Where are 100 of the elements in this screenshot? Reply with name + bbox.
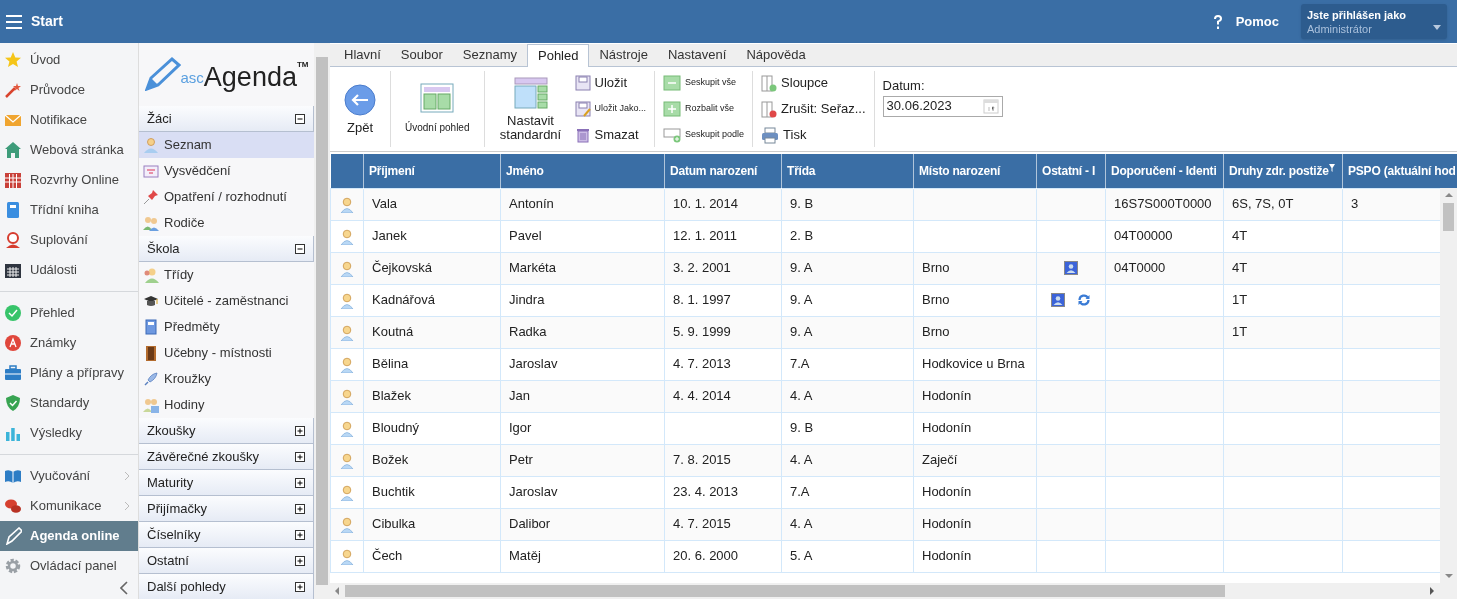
nav-item[interactable]: Vyučování <box>0 461 138 491</box>
table-cell: 1T <box>1223 284 1343 316</box>
nav-item[interactable]: Agenda online <box>0 521 138 551</box>
list-item[interactable]: Hodiny <box>139 392 314 418</box>
table-cell: 4. 7. 2013 <box>664 348 782 380</box>
list-item[interactable]: Učitelé - zaměstnanci <box>139 288 314 314</box>
tab[interactable]: Nastavení <box>657 44 737 66</box>
table-cell: 4T <box>1223 220 1343 252</box>
table-cell: 12. 1. 2011 <box>664 220 782 252</box>
house-icon <box>4 141 22 159</box>
tab[interactable]: Nástroje <box>589 44 658 66</box>
nav-item[interactable]: Rozvrhy Online <box>0 165 138 195</box>
scroll-thumb[interactable] <box>1443 203 1454 231</box>
accordion-header[interactable]: Zkoušky <box>139 418 314 444</box>
ribbon-button[interactable]: Zpět <box>338 71 382 147</box>
list-item[interactable]: Vysvědčení <box>139 158 314 184</box>
table-cell: Bělina <box>363 348 501 380</box>
person-icon <box>340 548 354 565</box>
ribbon-button[interactable]: Uložit Jako... <box>574 98 647 120</box>
table-cell: 7.A <box>781 348 914 380</box>
tab[interactable]: Pohled <box>527 44 590 67</box>
accordion-header[interactable]: Maturity <box>139 470 314 496</box>
tab[interactable]: Seznamy <box>452 44 527 66</box>
plus-icon <box>295 529 305 540</box>
ribbon-button[interactable]: Zrušit: Seřaz... <box>761 98 866 120</box>
nav-item[interactable]: Známky <box>0 328 138 358</box>
refresh-icon <box>1077 293 1091 307</box>
minus-icon <box>295 243 305 254</box>
nav-item[interactable]: Ovládací panel <box>0 551 138 581</box>
table-cell: Čejkovská <box>363 252 501 284</box>
tab[interactable]: Nápověda <box>736 44 816 66</box>
scroll-down-arrow-icon <box>1444 573 1453 579</box>
ribbon-button[interactable]: Nastavit standardní <box>492 71 569 147</box>
nav-item[interactable]: Plány a přípravy <box>0 358 138 388</box>
ribbon-button[interactable]: Rozbalit vše <box>663 98 745 120</box>
plus-icon <box>295 503 305 514</box>
table-cell: 10. 1. 2014 <box>664 188 782 220</box>
help-button[interactable]: Pomoc <box>1212 11 1279 32</box>
nav-item[interactable]: Notifikace <box>0 105 138 135</box>
horizontal-scrollbar[interactable] <box>330 583 1457 599</box>
accordion-header[interactable]: Ostatní <box>139 548 314 574</box>
scrollbar[interactable] <box>314 43 330 599</box>
minus-icon <box>663 75 682 91</box>
vertical-scrollbar[interactable] <box>1440 188 1457 583</box>
accordion-header[interactable]: Žáci <box>139 106 314 132</box>
column-header[interactable]: Jméno <box>506 163 544 178</box>
table-cell: Zaječí <box>913 444 1037 476</box>
list-item[interactable]: Rodiče <box>139 210 314 236</box>
plus-icon <box>295 477 305 488</box>
nav-item[interactable]: Komunikace <box>0 491 138 521</box>
date-field[interactable]: 30.06.2023 <box>882 95 1003 117</box>
accordion-header[interactable]: Další pohledy <box>139 574 314 599</box>
table-cell: Kadnářová <box>363 284 501 316</box>
table-cell: 7.A <box>781 476 914 508</box>
tab[interactable]: Soubor <box>390 44 453 66</box>
list-item[interactable]: Třídy <box>139 262 314 288</box>
list-item[interactable]: Opatření / rozhodnutí <box>139 184 314 210</box>
person-icon <box>143 137 159 153</box>
nav-item[interactable]: Webová stránka <box>0 135 138 165</box>
nav-item[interactable]: Třídní kniha <box>0 195 138 225</box>
date-label: Datum: <box>882 77 926 95</box>
scroll-thumb[interactable] <box>345 585 1225 597</box>
nav-item[interactable]: Události <box>0 255 138 285</box>
list-item[interactable]: Předměty <box>139 314 314 340</box>
book-icon <box>143 319 159 335</box>
ribbon-button[interactable]: Uložit <box>574 72 647 94</box>
user-dropdown[interactable]: Jste přihlášen jako Administrátor <box>1301 4 1447 39</box>
nav-item[interactable]: Výsledky <box>0 418 138 448</box>
ribbon-button[interactable]: Seskupit vše <box>663 72 745 94</box>
table-cell: Jaroslav <box>500 476 665 508</box>
column-header[interactable]: Příjmení <box>369 163 415 178</box>
nav-item[interactable]: Průvodce <box>0 75 138 105</box>
table-cell: Hodonín <box>913 412 1037 444</box>
ribbon-button[interactable]: Sloupce <box>761 72 866 94</box>
column-header[interactable]: Třída <box>787 163 816 178</box>
ribbon-button[interactable]: Úvodní pohled <box>399 71 476 147</box>
nav-item[interactable]: Suplování <box>0 225 138 255</box>
menu-button[interactable] <box>6 14 22 29</box>
table-cell: 1T <box>1223 316 1343 348</box>
nav-item[interactable]: Úvod <box>0 45 138 75</box>
nav-item[interactable]: Standardy <box>0 388 138 418</box>
table-cell: Brno <box>913 284 1037 316</box>
accordion-header[interactable]: Závěrečné zkoušky <box>139 444 314 470</box>
nav-item[interactable]: Přehled <box>0 298 138 328</box>
table-cell: Hodonín <box>913 380 1037 412</box>
door-icon <box>143 345 159 361</box>
collapse-button[interactable] <box>120 581 128 595</box>
accordion-header[interactable]: Škola <box>139 236 314 262</box>
table-cell: 9. A <box>781 252 914 284</box>
accordion-header[interactable]: Číselníky <box>139 522 314 548</box>
person-icon <box>143 267 159 283</box>
ribbon-button[interactable]: Tisk <box>761 124 866 146</box>
ribbon-button[interactable]: Smazat <box>574 124 647 146</box>
list-item[interactable]: Učebny - místnosti <box>139 340 314 366</box>
table-cell: Cibulka <box>363 508 501 540</box>
ribbon-button[interactable]: Seskupit podle <box>663 124 745 146</box>
accordion-header[interactable]: Přijímačky <box>139 496 314 522</box>
list-item[interactable]: Kroužky <box>139 366 314 392</box>
list-item[interactable]: Seznam <box>139 132 314 158</box>
tab[interactable]: Hlavní <box>334 44 391 66</box>
